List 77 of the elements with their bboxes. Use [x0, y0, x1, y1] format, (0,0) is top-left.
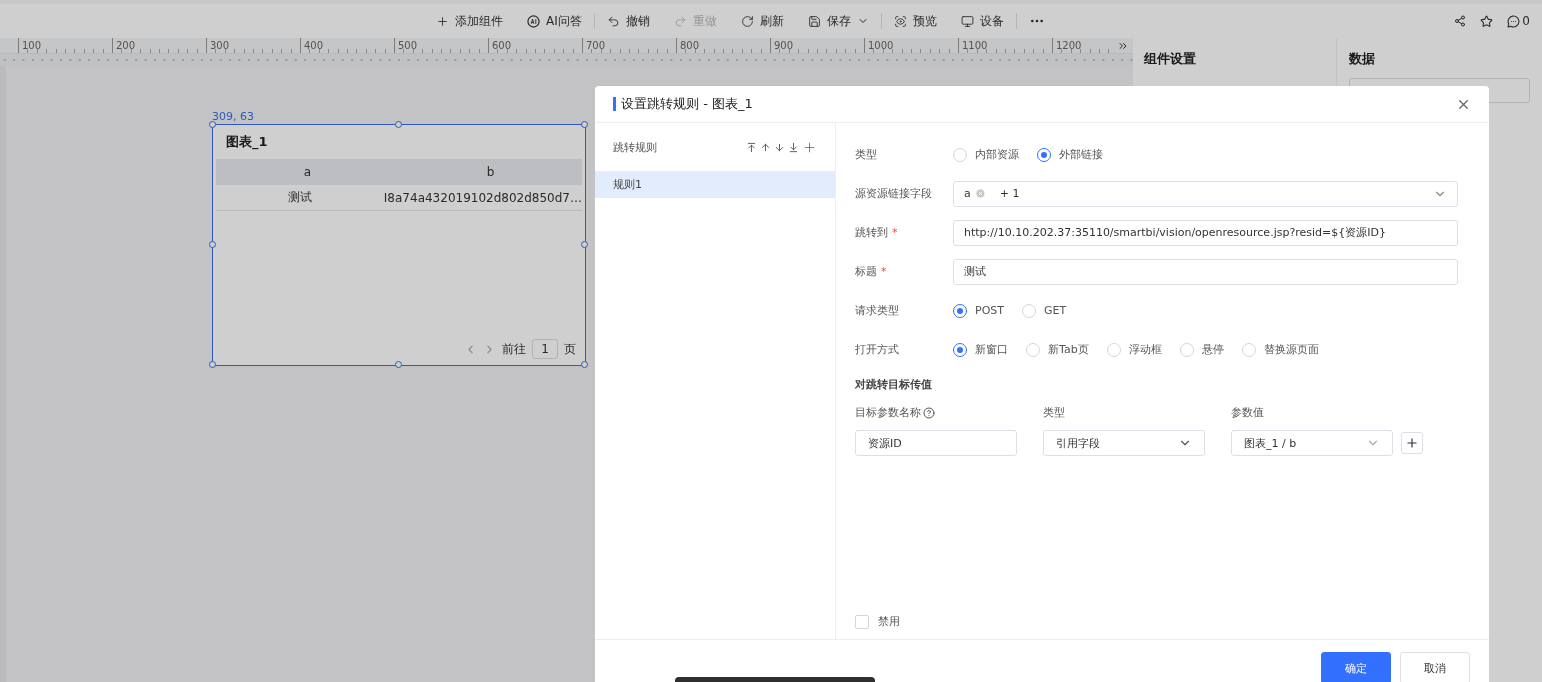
- dialog-title: 设置跳转规则 - 图表_1: [613, 97, 753, 111]
- ruler-number: 600: [491, 40, 512, 52]
- disable-checkbox[interactable]: 禁用: [855, 614, 1459, 629]
- ruler-number: 800: [679, 40, 700, 52]
- rules-heading: 跳转规则: [613, 139, 657, 155]
- input-field[interactable]: http://10.10.202.37:35110/smartbi/vision/openresource.jsp?resid=${资源ID}: [953, 219, 1458, 246]
- table-cell: I8a74a432019102d802d850d7…: [383, 190, 582, 205]
- radio-option[interactable]: 替换源页面: [1241, 342, 1319, 357]
- ruler-number: 1000: [867, 40, 894, 52]
- ruler-number: 300: [209, 40, 230, 52]
- table-cell-text: 测试: [286, 189, 313, 206]
- toolbar-button[interactable]: 撤销: [594, 8, 662, 34]
- ruler-number: 100: [21, 40, 42, 52]
- panel-title: 组件设置: [1144, 50, 1197, 68]
- ruler-number: 1100: [961, 40, 988, 52]
- ruler-number: 500: [397, 40, 418, 52]
- panel-title: 数据: [1349, 50, 1376, 68]
- page-input[interactable]: 1: [532, 339, 558, 359]
- radio-option[interactable]: 新窗口: [953, 342, 1008, 357]
- toolbar-button[interactable]: 设备: [948, 8, 1016, 34]
- radio-option[interactable]: 新Tab页: [1026, 342, 1089, 357]
- column-header: a: [302, 165, 313, 179]
- field-label: 请求类型: [855, 303, 900, 318]
- required-mark: *: [892, 226, 898, 239]
- field-label: 源资源链接字段: [855, 186, 933, 201]
- ruler-number: 400: [303, 40, 324, 52]
- page-unit-label: 页: [564, 340, 576, 358]
- radio-label: 新窗口: [975, 342, 1008, 357]
- cancel-button[interactable]: 取消: [1400, 652, 1470, 682]
- ruler-number: 900: [773, 40, 794, 52]
- radio-label: 新Tab页: [1048, 342, 1089, 357]
- ruler-number: 700: [585, 40, 606, 52]
- field-label: 打开方式: [855, 342, 900, 357]
- select-field[interactable]: 图表_1 / b: [1231, 430, 1393, 456]
- comment-button[interactable]: 0: [1507, 14, 1530, 28]
- toolbar-button[interactable]: 添加组件: [424, 8, 515, 34]
- select-field[interactable]: a + 1: [953, 180, 1458, 207]
- required-mark: *: [881, 265, 887, 278]
- toolbar-button[interactable]: AI问答: [515, 8, 594, 34]
- radio-label: POST: [975, 304, 1004, 317]
- radio-label: 替换源页面: [1263, 342, 1319, 357]
- ruler-number: 1200: [1055, 40, 1082, 52]
- radio-option[interactable]: 悬停: [1179, 342, 1224, 357]
- table-widget[interactable]: 图表_1 a b 测试 I8a74a432019102d802d850d7… 前往 1 页: [212, 124, 586, 366]
- toolbar-button[interactable]: 预览: [881, 8, 949, 34]
- radio-label: 外部链接: [1059, 147, 1103, 162]
- confirm-button[interactable]: 确定: [1321, 652, 1391, 682]
- section-title: 对跳转目标传值: [855, 376, 933, 393]
- column-header: 类型: [1043, 405, 1066, 420]
- more-count: + 1: [999, 187, 1020, 200]
- widget-title: 图表_1: [225, 133, 269, 152]
- position-label: 309, 63: [212, 110, 254, 123]
- column-header: 参数值: [1231, 405, 1265, 420]
- toolbar-button[interactable]: 保存: [795, 8, 881, 34]
- rule-item[interactable]: 规则1: [595, 171, 835, 198]
- field-label: 跳转到 *: [855, 225, 899, 240]
- radio-option[interactable]: 浮动框: [1106, 342, 1162, 357]
- radio-option[interactable]: GET: [1022, 303, 1067, 318]
- radio-label: GET: [1044, 304, 1067, 317]
- ruler-number: 200: [115, 40, 136, 52]
- radio-label: 悬停: [1201, 342, 1224, 357]
- radio-option[interactable]: POST: [953, 303, 1004, 318]
- column-header: 目标参数名称: [855, 405, 1017, 420]
- radio-label: 浮动框: [1128, 342, 1162, 357]
- input-field[interactable]: 资源ID: [855, 430, 1017, 456]
- field-label: 类型: [855, 147, 878, 162]
- select-field[interactable]: 引用字段: [1043, 430, 1205, 456]
- goto-label: 前往: [502, 340, 527, 358]
- column-header: b: [485, 165, 496, 179]
- field-label: 标题 *: [855, 264, 888, 279]
- tag-label: a: [964, 187, 971, 200]
- input-field[interactable]: 测试: [953, 258, 1458, 285]
- toolbar-button[interactable]: 刷新: [728, 8, 796, 34]
- radio-label: 内部资源: [975, 147, 1019, 162]
- radio-option[interactable]: 外部链接: [1037, 147, 1103, 162]
- checkbox-label: 禁用: [878, 614, 900, 629]
- radio-option[interactable]: 内部资源: [953, 147, 1019, 162]
